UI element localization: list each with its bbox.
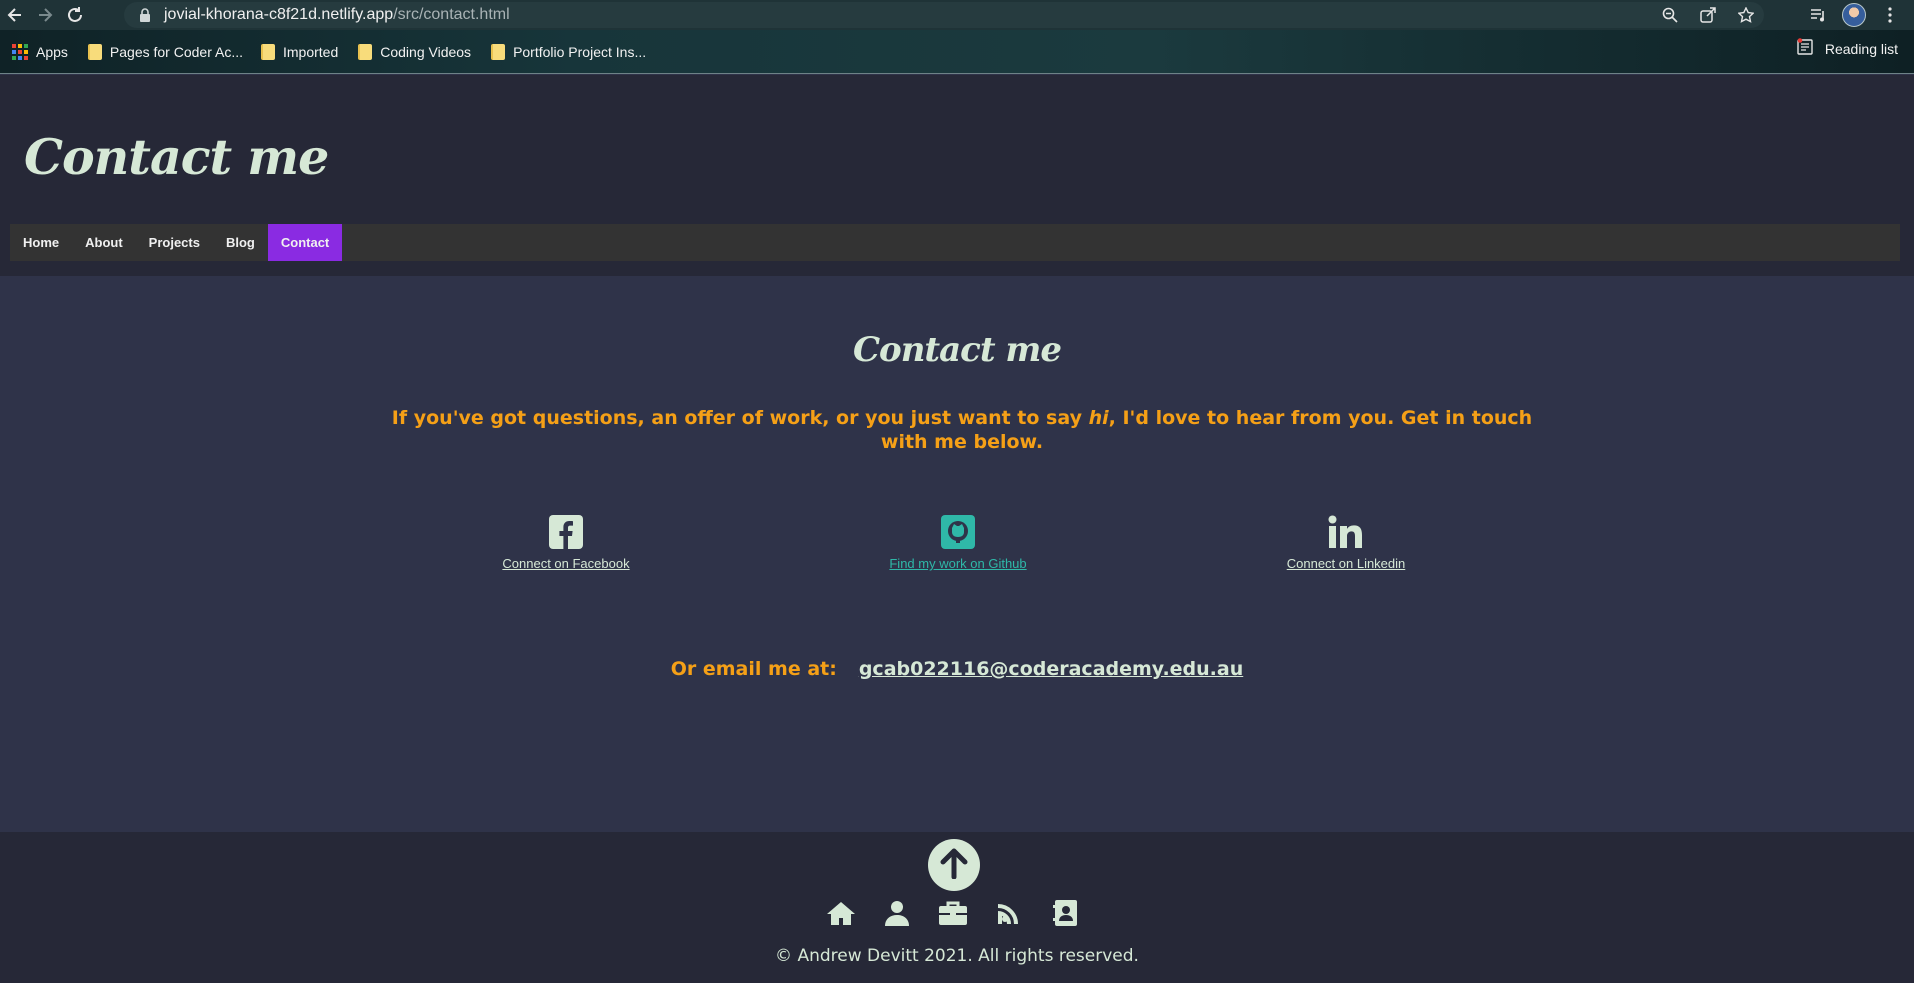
home-icon[interactable] bbox=[826, 898, 856, 928]
section-title: Contact me bbox=[852, 330, 1062, 370]
browser-toolbar: jovial-khorana-c8f21d.netlify.app/src/co… bbox=[0, 0, 1914, 30]
briefcase-icon[interactable] bbox=[938, 898, 968, 928]
nav-about[interactable]: About bbox=[72, 224, 136, 261]
nav-projects[interactable]: Projects bbox=[136, 224, 213, 261]
facebook-icon[interactable] bbox=[548, 514, 584, 550]
back-to-top-button[interactable] bbox=[928, 839, 980, 891]
email-link[interactable]: gcab022116@coderacademy.edu.au bbox=[859, 658, 1243, 680]
bookmark-label: Apps bbox=[36, 43, 68, 60]
reading-list-label: Reading list bbox=[1824, 40, 1898, 57]
forward-icon[interactable] bbox=[30, 0, 60, 30]
folder-icon bbox=[358, 43, 373, 60]
folder-icon bbox=[491, 43, 506, 60]
github-icon[interactable] bbox=[940, 514, 976, 550]
bookmark-label: Imported bbox=[283, 43, 339, 60]
profile-avatar[interactable] bbox=[1842, 3, 1866, 27]
share-icon[interactable] bbox=[1698, 5, 1718, 25]
bookmark-label: Pages for Coder Ac... bbox=[109, 43, 243, 60]
bookmark-folder-portfolio[interactable]: Portfolio Project Ins... bbox=[483, 38, 654, 66]
blog-icon[interactable] bbox=[994, 898, 1024, 928]
main-nav: Home About Projects Blog Contact bbox=[10, 224, 1900, 261]
menu-kebab-icon[interactable] bbox=[1880, 5, 1900, 25]
bookmark-folder-imported[interactable]: Imported bbox=[253, 38, 346, 66]
footer-nav bbox=[826, 898, 1080, 928]
github-link[interactable]: Find my work on Github bbox=[889, 556, 1026, 571]
site-header: Contact me Home About Projects Blog Cont… bbox=[0, 75, 1914, 276]
media-icon[interactable] bbox=[1808, 5, 1828, 25]
email-row: Or email me at: gcab022116@coderacademy.… bbox=[0, 658, 1914, 680]
contact-section: Contact me If you've got questions, an o… bbox=[0, 276, 1914, 832]
bookmark-star-icon[interactable] bbox=[1736, 5, 1756, 25]
back-icon[interactable] bbox=[0, 0, 30, 30]
copyright-text: © Andrew Devitt 2021. All rights reserve… bbox=[775, 946, 1139, 966]
zoom-icon[interactable] bbox=[1660, 5, 1680, 25]
bookmark-folder-coding-videos[interactable]: Coding Videos bbox=[350, 38, 479, 66]
bookmark-folder-coder-academy[interactable]: Pages for Coder Ac... bbox=[80, 38, 251, 66]
site-footer: © Andrew Devitt 2021. All rights reserve… bbox=[0, 832, 1914, 983]
bookmark-label: Coding Videos bbox=[380, 43, 472, 60]
linkedin-link[interactable]: Connect on Linkedin bbox=[1287, 556, 1406, 571]
social-linkedin: Connect on Linkedin bbox=[1226, 514, 1466, 571]
url-text: jovial-khorana-c8f21d.netlify.app/src/co… bbox=[164, 6, 510, 23]
site-title: Contact me bbox=[24, 128, 329, 186]
social-facebook: Connect on Facebook bbox=[446, 514, 686, 571]
nav-home[interactable]: Home bbox=[10, 224, 72, 261]
folder-icon bbox=[87, 43, 102, 60]
facebook-link[interactable]: Connect on Facebook bbox=[502, 556, 629, 571]
social-github: Find my work on Github bbox=[838, 514, 1078, 571]
bookmarks-bar: Apps Pages for Coder Ac... Imported Codi… bbox=[0, 30, 1914, 74]
nav-blog[interactable]: Blog bbox=[213, 224, 268, 261]
linkedin-icon[interactable] bbox=[1328, 514, 1364, 550]
reading-list-button[interactable]: Reading list bbox=[1797, 38, 1898, 59]
lock-icon bbox=[138, 8, 152, 22]
contact-book-icon[interactable] bbox=[1050, 898, 1080, 928]
email-label: Or email me at: bbox=[670, 658, 837, 680]
reading-list-icon bbox=[1797, 38, 1815, 59]
arrow-up-icon bbox=[939, 847, 969, 884]
bookmark-label: Portfolio Project Ins... bbox=[513, 43, 647, 60]
bookmark-apps[interactable]: Apps bbox=[4, 38, 76, 66]
nav-contact[interactable]: Contact bbox=[267, 224, 343, 261]
address-bar[interactable]: jovial-khorana-c8f21d.netlify.app/src/co… bbox=[124, 2, 1764, 28]
user-icon[interactable] bbox=[882, 898, 912, 928]
intro-text: If you've got questions, an offer of wor… bbox=[391, 407, 1533, 453]
reload-icon[interactable] bbox=[60, 0, 90, 30]
apps-grid-icon bbox=[12, 43, 28, 60]
folder-icon bbox=[261, 43, 275, 60]
